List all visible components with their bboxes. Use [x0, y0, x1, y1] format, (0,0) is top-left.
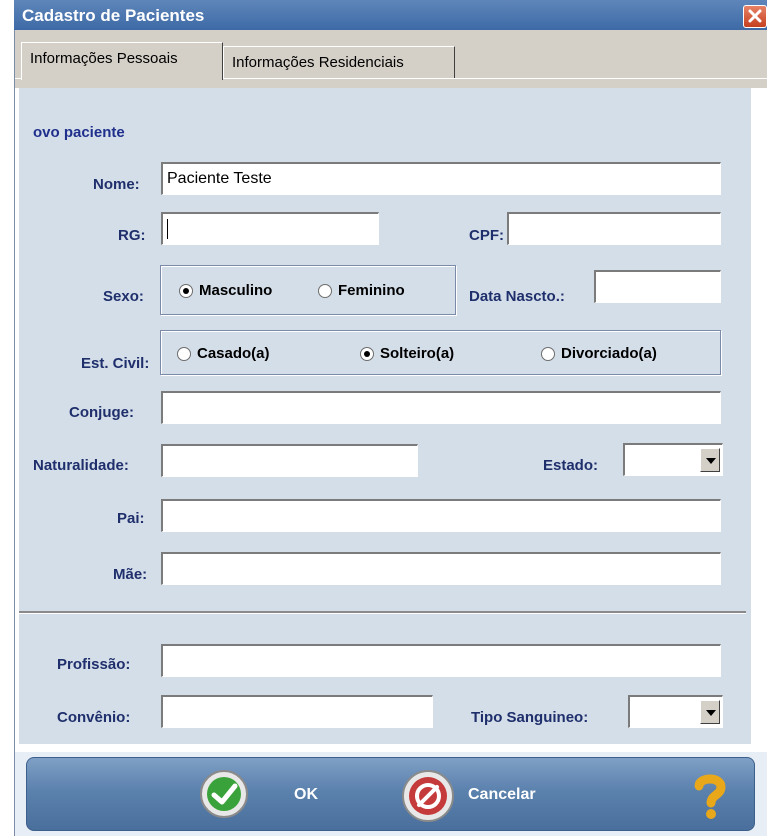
close-button[interactable]: [743, 5, 767, 28]
tipo-sanguineo-select[interactable]: [628, 695, 723, 728]
radio-unselected-icon: [177, 347, 191, 362]
estado-select[interactable]: [623, 443, 723, 476]
close-icon: [748, 9, 762, 23]
radio-unselected-icon: [541, 347, 555, 362]
radio-solteiro[interactable]: Solteiro(a): [360, 345, 454, 362]
convenio-field[interactable]: [161, 695, 433, 728]
cpf-field[interactable]: [507, 212, 721, 245]
profissao-label: Profissão:: [57, 656, 131, 673]
tab-informacoes-residenciais[interactable]: Informações Residenciais: [223, 46, 455, 78]
rg-field[interactable]: [161, 212, 379, 245]
radio-selected-icon: [179, 284, 193, 299]
rg-label: RG:: [118, 227, 146, 244]
title-bar: Cadastro de Pacientes: [14, 0, 767, 30]
window-border: [14, 30, 15, 836]
cancel-button[interactable]: Cancelar: [400, 768, 560, 822]
nome-field[interactable]: Paciente Teste: [161, 162, 721, 195]
radio-unselected-icon: [318, 284, 332, 299]
cancel-icon: [402, 770, 454, 822]
chevron-down-icon[interactable]: [700, 700, 720, 724]
tab-informacoes-pessoais[interactable]: Informações Pessoais: [21, 42, 223, 80]
ok-label: OK: [294, 786, 318, 803]
naturalidade-label: Naturalidade:: [33, 457, 129, 474]
cancel-label: Cancelar: [468, 786, 536, 803]
separator: [19, 611, 746, 614]
nome-label: Nome:: [93, 176, 140, 193]
conjuge-label: Conjuge:: [69, 404, 134, 421]
radio-casado[interactable]: Casado(a): [177, 345, 270, 362]
text-caret: [167, 219, 168, 239]
estado-civil-label: Est. Civil:: [81, 355, 150, 372]
naturalidade-field[interactable]: [161, 444, 418, 477]
mae-field[interactable]: [161, 552, 721, 585]
conjuge-field[interactable]: [161, 391, 721, 424]
radio-feminino[interactable]: Feminino: [318, 282, 405, 299]
pai-field[interactable]: [161, 499, 721, 532]
sexo-label: Sexo:: [103, 288, 144, 305]
mae-label: Mãe:: [113, 566, 148, 583]
radio-selected-icon: [360, 347, 374, 362]
radio-divorciado[interactable]: Divorciado(a): [541, 345, 657, 362]
pai-label: Pai:: [117, 510, 145, 527]
check-icon: [200, 770, 248, 818]
data-nascimento-label: Data Nascto.:: [469, 288, 565, 305]
estado-label: Estado:: [543, 457, 599, 474]
button-bar: [26, 757, 755, 831]
cpf-label: CPF:: [469, 227, 504, 244]
help-icon: [694, 774, 726, 819]
tipo-sanguineo-label: Tipo Sanguineo:: [471, 709, 589, 726]
profissao-field[interactable]: [161, 644, 721, 677]
section-header: ovo paciente: [33, 124, 125, 141]
radio-masculino[interactable]: Masculino: [179, 282, 272, 299]
data-nascimento-field[interactable]: [594, 270, 721, 303]
help-button[interactable]: [690, 772, 730, 820]
window-title: Cadastro de Pacientes: [22, 6, 205, 25]
ok-button[interactable]: OK: [198, 768, 338, 818]
convenio-label: Convênio:: [57, 709, 131, 726]
chevron-down-icon[interactable]: [700, 448, 720, 472]
